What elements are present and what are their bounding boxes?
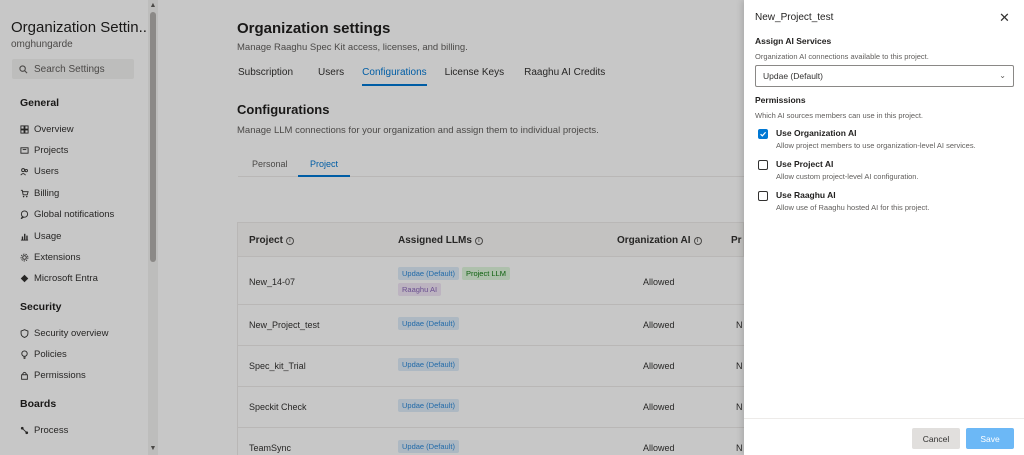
option-title: Use Raaghu AI — [776, 190, 836, 200]
permissions-label: Permissions — [755, 95, 806, 105]
save-button[interactable]: Save — [966, 428, 1014, 449]
ai-service-select[interactable]: Updae (Default) ⌄ — [755, 65, 1014, 87]
use-project-ai-checkbox[interactable] — [758, 160, 768, 170]
ai-service-selected-value: Updae (Default) — [763, 71, 824, 81]
option-use-raaghu-ai[interactable]: Use Raaghu AI Allow use of Raaghu hosted… — [758, 190, 929, 212]
modal-backdrop[interactable] — [0, 0, 744, 455]
option-description: Allow use of Raaghu hosted AI for this p… — [776, 203, 930, 212]
chevron-down-icon: ⌄ — [999, 71, 1006, 80]
option-description: Allow custom project-level AI configurat… — [776, 172, 919, 181]
permissions-help: Which AI sources members can use in this… — [755, 111, 923, 120]
close-icon[interactable]: ✕ — [999, 10, 1010, 26]
assign-ai-panel: New_Project_test ✕ Assign AI Services Or… — [744, 0, 1024, 455]
panel-footer: Cancel Save — [744, 418, 1024, 455]
cancel-button[interactable]: Cancel — [912, 428, 960, 449]
assign-ai-services-help: Organization AI connections available to… — [755, 52, 929, 61]
checkmark-icon — [760, 131, 767, 137]
option-title: Use Organization AI — [776, 128, 857, 138]
use-raaghu-ai-checkbox[interactable] — [758, 191, 768, 201]
assign-ai-services-label: Assign AI Services — [755, 36, 832, 46]
use-organization-ai-checkbox[interactable] — [758, 129, 768, 139]
option-use-project-ai[interactable]: Use Project AI Allow custom project-leve… — [758, 159, 919, 181]
panel-title: New_Project_test — [755, 12, 834, 23]
option-description: Allow project members to use organizatio… — [776, 141, 976, 150]
option-use-organization-ai[interactable]: Use Organization AI Allow project member… — [758, 128, 976, 150]
option-title: Use Project AI — [776, 159, 834, 169]
